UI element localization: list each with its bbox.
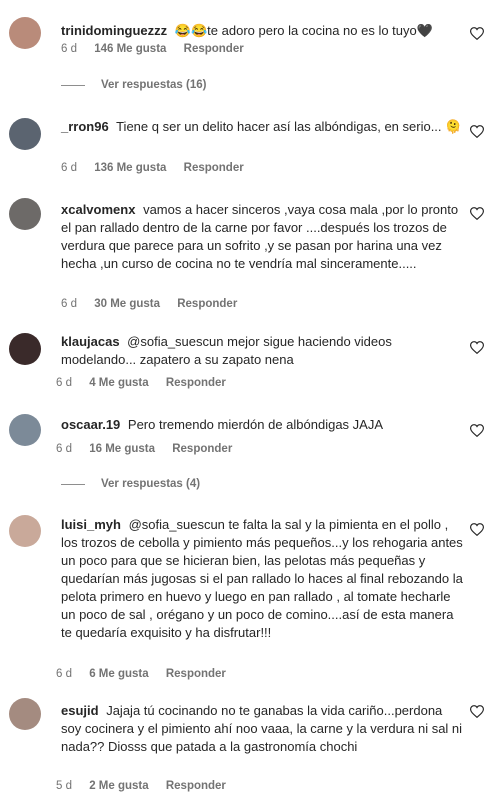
heart-icon[interactable] xyxy=(470,705,484,718)
comment-meta: 6 d 16 Me gusta Responder xyxy=(56,443,246,455)
comment-mention[interactable]: @sofia_suescun xyxy=(127,334,223,349)
comment-time: 6 d xyxy=(56,377,72,389)
heart-icon[interactable] xyxy=(470,207,484,220)
comment-meta: 6 d 4 Me gusta Responder xyxy=(56,377,240,389)
reply-button[interactable]: Responder xyxy=(166,377,226,389)
comment-time: 6 d xyxy=(61,43,77,55)
reply-button[interactable]: Responder xyxy=(177,298,237,310)
heart-icon[interactable] xyxy=(470,523,484,536)
avatar[interactable] xyxy=(9,118,41,150)
heart-icon[interactable] xyxy=(470,125,484,138)
comment-meta: 6 d 30 Me gusta Responder xyxy=(61,298,251,310)
comment-meta: 6 d 136 Me gusta Responder xyxy=(61,162,258,174)
comment-username[interactable]: oscaar.19 xyxy=(61,417,120,432)
view-replies-label: Ver respuestas (4) xyxy=(101,478,201,490)
heart-icon[interactable] xyxy=(470,27,484,40)
divider xyxy=(61,84,85,86)
view-replies-label: Ver respuestas (16) xyxy=(101,79,207,91)
comment-time: 6 d xyxy=(61,298,77,310)
comment-text: te falta la sal y la pimienta en el poll… xyxy=(61,517,463,640)
avatar[interactable] xyxy=(9,698,41,730)
comment-text-block: xcalvomenx vamos a hacer sinceros ,vaya … xyxy=(61,201,464,273)
comment-text: Jajaja tú cocinando no te ganabas la vid… xyxy=(61,703,463,754)
comment-username[interactable]: xcalvomenx xyxy=(61,202,135,217)
comment-time: 6 d xyxy=(56,443,72,455)
comment-mention[interactable]: @sofia_suescun xyxy=(129,517,225,532)
comment-text: Pero tremendo mierdón de albóndigas JAJA xyxy=(127,417,383,432)
view-replies-button[interactable]: Ver respuestas (4) xyxy=(61,478,200,490)
comment-text-block: esujid Jajaja tú cocinando no te ganabas… xyxy=(61,702,464,756)
comment-text-block: luisi_myh @sofia_suescun te falta la sal… xyxy=(61,516,464,642)
reply-button[interactable]: Responder xyxy=(184,43,244,55)
comment-text-block: oscaar.19 Pero tremendo mierdón de albón… xyxy=(61,416,464,434)
comment-username[interactable]: _rron96 xyxy=(61,119,109,134)
comment-likes[interactable]: 16 Me gusta xyxy=(89,443,155,455)
avatar[interactable] xyxy=(9,414,41,446)
avatar[interactable] xyxy=(9,17,41,49)
comment-likes[interactable]: 4 Me gusta xyxy=(89,377,148,389)
avatar[interactable] xyxy=(9,333,41,365)
comment-meta: 6 d 146 Me gusta Responder xyxy=(61,43,258,55)
comment-time: 5 d xyxy=(56,780,72,792)
avatar[interactable] xyxy=(9,198,41,230)
comment-text: Tiene q ser un delito hacer así las albó… xyxy=(116,119,462,134)
comment-meta: 6 d 6 Me gusta Responder xyxy=(56,668,240,680)
comment-time: 6 d xyxy=(56,668,72,680)
comment-username[interactable]: luisi_myh xyxy=(61,517,121,532)
reply-button[interactable]: Responder xyxy=(172,443,232,455)
comment-likes[interactable]: 6 Me gusta xyxy=(89,668,148,680)
heart-icon[interactable] xyxy=(470,424,484,437)
comment-likes[interactable]: 2 Me gusta xyxy=(89,780,148,792)
avatar[interactable] xyxy=(9,515,41,547)
comment-username[interactable]: trinidominguezzz xyxy=(61,23,167,38)
comment-likes[interactable]: 146 Me gusta xyxy=(94,43,166,55)
heart-icon[interactable] xyxy=(470,341,484,354)
reply-button[interactable]: Responder xyxy=(184,162,244,174)
comment-username[interactable]: klaujacas xyxy=(61,334,120,349)
comment-likes[interactable]: 136 Me gusta xyxy=(94,162,166,174)
divider xyxy=(61,483,85,485)
comment-time: 6 d xyxy=(61,162,77,174)
comment-text-block: klaujacas @sofia_suescun mejor sigue hac… xyxy=(61,333,464,369)
comment-meta: 5 d 2 Me gusta Responder xyxy=(56,780,240,792)
reply-button[interactable]: Responder xyxy=(166,780,226,792)
comment-username[interactable]: esujid xyxy=(61,703,99,718)
comment-text: 😂😂te adoro pero la cocina no es lo tuyo🖤 xyxy=(174,23,433,38)
reply-button[interactable]: Responder xyxy=(166,668,226,680)
view-replies-button[interactable]: Ver respuestas (16) xyxy=(61,79,206,91)
comment-text-block: _rron96 Tiene q ser un delito hacer así … xyxy=(61,118,464,136)
comment-text-block: trinidominguezzz 😂😂te adoro pero la coci… xyxy=(61,22,464,40)
comment-likes[interactable]: 30 Me gusta xyxy=(94,298,160,310)
